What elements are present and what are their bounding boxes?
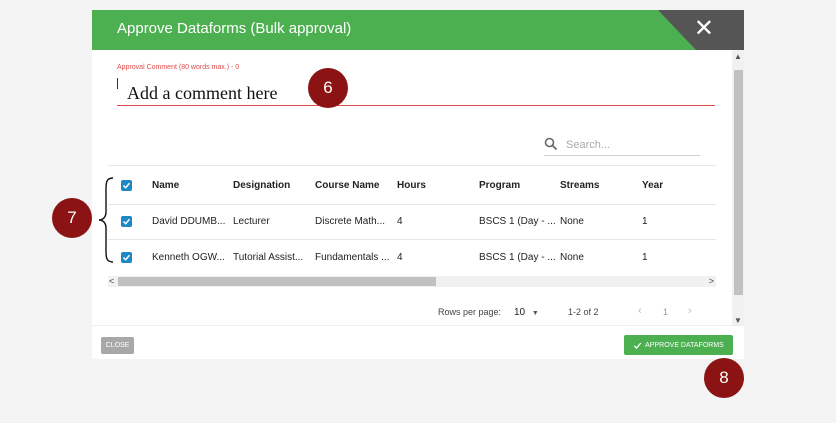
- cell-designation: Lecturer: [233, 216, 270, 227]
- table-row[interactable]: Kenneth OGW... Tutorial Assist... Fundam…: [108, 240, 716, 275]
- previous-page-icon[interactable]: ‹: [638, 305, 642, 317]
- scroll-right-icon[interactable]: >: [709, 276, 714, 287]
- rows-per-page-value: 10: [514, 307, 526, 318]
- cell-course-name: Discrete Math...: [315, 216, 386, 227]
- checkbox-checked-icon[interactable]: [121, 252, 132, 263]
- approve-dataforms-button[interactable]: APPROVE DATAFORMS: [624, 335, 733, 355]
- table-row[interactable]: David DDUMB... Lecturer Discrete Math...…: [108, 204, 716, 240]
- cell-streams: None: [560, 252, 584, 263]
- curly-brace-bracket: [98, 177, 114, 263]
- checkbox-checked-icon[interactable]: [121, 179, 132, 191]
- column-header-hours[interactable]: Hours: [397, 166, 426, 204]
- footer-divider: [92, 325, 744, 326]
- dialog-header: Approve Dataforms (Bulk approval) ✕: [92, 10, 744, 50]
- cell-streams: None: [560, 216, 584, 227]
- approval-comment-label: Approval Comment (80 words max.) - 0: [117, 64, 240, 71]
- scroll-up-icon[interactable]: ▲: [732, 52, 744, 61]
- checkbox-checked-icon[interactable]: [121, 216, 132, 227]
- cell-course-name: Fundamentals ...: [315, 252, 390, 263]
- close-button[interactable]: CLOSE: [101, 337, 134, 354]
- column-header-course-name[interactable]: Course Name: [315, 166, 379, 204]
- search-field[interactable]: [544, 136, 700, 156]
- scroll-left-icon[interactable]: <: [109, 276, 114, 287]
- dialog-title: Approve Dataforms (Bulk approval): [117, 20, 352, 37]
- row-checkbox[interactable]: [121, 240, 132, 275]
- rows-per-page-label: Rows per page:: [438, 307, 502, 317]
- horizontal-scrollbar[interactable]: < >: [108, 276, 716, 287]
- cell-name: Kenneth OGW...: [152, 252, 225, 263]
- search-icon: [544, 137, 558, 151]
- approve-dataforms-dialog: Approve Dataforms (Bulk approval) ✕ ▲ ▼ …: [92, 10, 744, 359]
- cell-program: BSCS 1 (Day - ...: [479, 252, 556, 263]
- cell-year: 1: [642, 252, 648, 263]
- approval-comment-input[interactable]: [117, 81, 715, 106]
- cell-designation: Tutorial Assist...: [233, 252, 304, 263]
- column-header-name[interactable]: Name: [152, 166, 179, 204]
- row-checkbox[interactable]: [121, 204, 132, 239]
- select-all-checkbox[interactable]: [121, 166, 132, 204]
- horizontal-scroll-thumb[interactable]: [118, 277, 436, 286]
- current-page-number[interactable]: 1: [663, 307, 668, 317]
- vertical-scroll-thumb[interactable]: [734, 70, 743, 295]
- annotation-badge-8: 8: [704, 358, 744, 398]
- vertical-scrollbar[interactable]: ▲ ▼: [732, 50, 744, 325]
- column-header-program[interactable]: Program: [479, 166, 520, 204]
- table-header-row: Name Designation Course Name Hours Progr…: [108, 165, 716, 205]
- column-header-year[interactable]: Year: [642, 166, 663, 204]
- next-page-icon[interactable]: ›: [688, 305, 692, 317]
- pagination-range: 1-2 of 2: [568, 307, 599, 317]
- cell-program: BSCS 1 (Day - ...: [479, 216, 556, 227]
- dialog-close-button[interactable]: ✕: [658, 10, 744, 50]
- approve-dataforms-label: APPROVE DATAFORMS: [645, 341, 724, 349]
- close-icon[interactable]: ✕: [694, 16, 714, 42]
- search-input[interactable]: [564, 136, 698, 154]
- cell-year: 1: [642, 216, 648, 227]
- column-header-designation[interactable]: Designation: [233, 166, 290, 204]
- annotation-badge-6: 6: [308, 68, 348, 108]
- cell-name: David DDUMB...: [152, 216, 226, 227]
- scroll-down-icon[interactable]: ▼: [732, 316, 744, 325]
- annotation-badge-7: 7: [52, 198, 92, 238]
- cell-hours: 4: [397, 216, 403, 227]
- column-header-streams[interactable]: Streams: [560, 166, 599, 204]
- cell-hours: 4: [397, 252, 403, 263]
- dropdown-caret-icon: ▼: [531, 310, 539, 317]
- rows-per-page-select[interactable]: 10 ▼: [514, 307, 539, 318]
- checkmark-icon: [633, 342, 642, 349]
